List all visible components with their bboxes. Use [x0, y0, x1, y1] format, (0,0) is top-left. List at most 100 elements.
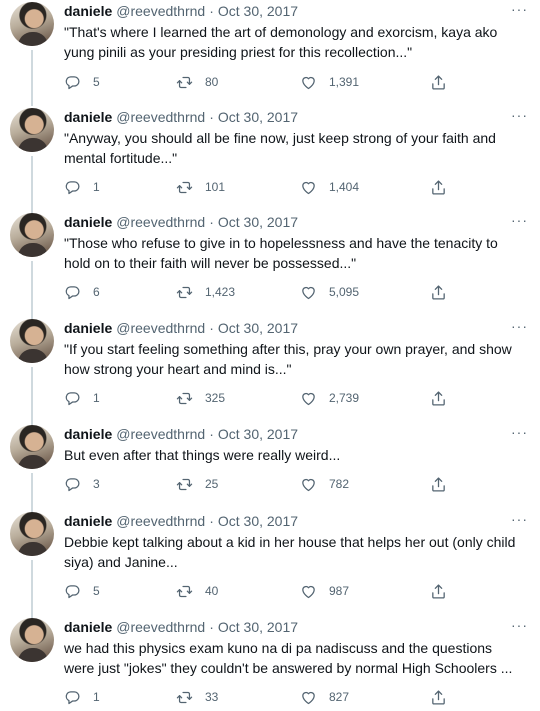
display-name[interactable]: daniele: [64, 319, 112, 337]
retweet-count: 1,423: [205, 285, 236, 299]
display-name[interactable]: daniele: [64, 512, 112, 530]
share-button[interactable]: [430, 388, 447, 408]
tweet-timestamp[interactable]: Oct 30, 2017: [218, 425, 298, 443]
tweet-text: Debbie kept talking about a kid in her h…: [64, 534, 520, 570]
share-button[interactable]: [430, 581, 447, 601]
like-button[interactable]: 782: [300, 474, 349, 494]
tweet[interactable]: daniele @reevedthrnd · Oct 30, 2017 ··· …: [0, 618, 540, 711]
user-handle[interactable]: @reevedthrnd: [116, 213, 205, 231]
display-name[interactable]: daniele: [64, 213, 112, 231]
like-button[interactable]: 827: [300, 687, 349, 707]
display-name[interactable]: daniele: [64, 108, 112, 126]
retweet-icon: [176, 179, 193, 196]
avatar[interactable]: [10, 512, 54, 556]
tweet-timestamp[interactable]: Oct 30, 2017: [218, 2, 298, 20]
tweet-timestamp[interactable]: Oct 30, 2017: [218, 108, 298, 126]
heart-icon: [300, 689, 317, 706]
share-icon: [430, 689, 447, 706]
retweet-button[interactable]: 33: [176, 687, 218, 707]
retweet-button[interactable]: 325: [176, 388, 225, 408]
share-button[interactable]: [430, 72, 447, 92]
tweet-timestamp[interactable]: Oct 30, 2017: [218, 213, 298, 231]
tweet-timestamp[interactable]: Oct 30, 2017: [218, 512, 298, 530]
tweet-header: daniele @reevedthrnd · Oct 30, 2017: [64, 319, 528, 337]
user-handle[interactable]: @reevedthrnd: [116, 512, 205, 530]
more-options-icon[interactable]: ···: [511, 512, 528, 526]
user-handle[interactable]: @reevedthrnd: [116, 108, 205, 126]
retweet-button[interactable]: 25: [176, 474, 218, 494]
more-options-icon[interactable]: ···: [511, 425, 528, 439]
tweet-actions: 1 101 1,404: [64, 177, 454, 197]
tweet[interactable]: daniele @reevedthrnd · Oct 30, 2017 ··· …: [0, 425, 540, 512]
share-button[interactable]: [430, 282, 447, 302]
separator-dot: ·: [209, 426, 214, 442]
reply-button[interactable]: 1: [64, 388, 100, 408]
retweet-count: 101: [205, 180, 226, 194]
reply-button[interactable]: 5: [64, 72, 100, 92]
display-name[interactable]: daniele: [64, 425, 112, 443]
display-name[interactable]: daniele: [64, 2, 112, 20]
share-button[interactable]: [430, 474, 447, 494]
avatar[interactable]: [10, 618, 54, 662]
retweet-icon: [176, 390, 193, 407]
thread-connector-line: [31, 261, 33, 319]
like-count: 987: [329, 584, 350, 598]
tweet-actions: 1 33 827: [64, 687, 454, 707]
separator-dot: ·: [209, 320, 214, 336]
display-name[interactable]: daniele: [64, 618, 112, 636]
retweet-button[interactable]: 1,423: [176, 282, 235, 302]
more-options-icon[interactable]: ···: [511, 2, 528, 16]
retweet-icon: [176, 476, 193, 493]
reply-button[interactable]: 5: [64, 581, 100, 601]
reply-button[interactable]: 1: [64, 687, 100, 707]
like-button[interactable]: 5,095: [300, 282, 359, 302]
reply-icon: [64, 74, 81, 91]
avatar[interactable]: [10, 2, 54, 46]
like-button[interactable]: 1,404: [300, 177, 359, 197]
like-count: 2,739: [329, 391, 360, 405]
reply-button[interactable]: 1: [64, 177, 100, 197]
tweet-actions: 1 325 2,739: [64, 388, 454, 408]
like-count: 1,404: [329, 180, 360, 194]
share-button[interactable]: [430, 177, 447, 197]
tweet-actions: 3 25 782: [64, 474, 454, 494]
user-handle[interactable]: @reevedthrnd: [116, 618, 205, 636]
user-handle[interactable]: @reevedthrnd: [116, 2, 205, 20]
reply-button[interactable]: 3: [64, 474, 100, 494]
more-options-icon[interactable]: ···: [511, 618, 528, 632]
tweet[interactable]: daniele @reevedthrnd · Oct 30, 2017 ··· …: [0, 319, 540, 425]
avatar[interactable]: [10, 108, 54, 152]
tweet-actions: 5 40 987: [64, 581, 454, 601]
like-count: 827: [329, 690, 350, 704]
tweet[interactable]: daniele @reevedthrnd · Oct 30, 2017 ··· …: [0, 512, 540, 618]
tweet[interactable]: daniele @reevedthrnd · Oct 30, 2017 ··· …: [0, 2, 540, 108]
reply-icon: [64, 390, 81, 407]
more-options-icon[interactable]: ···: [511, 108, 528, 122]
tweet-timestamp[interactable]: Oct 30, 2017: [218, 319, 298, 337]
avatar[interactable]: [10, 425, 54, 469]
reply-count: 1: [93, 180, 100, 194]
reply-count: 1: [93, 690, 100, 704]
like-count: 782: [329, 477, 350, 491]
more-options-icon[interactable]: ···: [511, 213, 528, 227]
tweet-text: "That's where I learned the art of demon…: [64, 24, 502, 60]
tweet-timestamp[interactable]: Oct 30, 2017: [218, 618, 298, 636]
user-handle[interactable]: @reevedthrnd: [116, 319, 205, 337]
retweet-count: 25: [205, 477, 219, 491]
like-button[interactable]: 1,391: [300, 72, 359, 92]
like-button[interactable]: 987: [300, 581, 349, 601]
avatar[interactable]: [10, 213, 54, 257]
reply-button[interactable]: 6: [64, 282, 100, 302]
tweet-actions: 5 80 1,391: [64, 72, 454, 92]
retweet-button[interactable]: 101: [176, 177, 225, 197]
thread-connector-line: [31, 473, 33, 512]
tweet[interactable]: daniele @reevedthrnd · Oct 30, 2017 ··· …: [0, 108, 540, 213]
more-options-icon[interactable]: ···: [511, 319, 528, 333]
avatar[interactable]: [10, 319, 54, 363]
user-handle[interactable]: @reevedthrnd: [116, 425, 205, 443]
like-button[interactable]: 2,739: [300, 388, 359, 408]
share-button[interactable]: [430, 687, 447, 707]
tweet[interactable]: daniele @reevedthrnd · Oct 30, 2017 ··· …: [0, 213, 540, 319]
retweet-button[interactable]: 80: [176, 72, 218, 92]
retweet-button[interactable]: 40: [176, 581, 218, 601]
